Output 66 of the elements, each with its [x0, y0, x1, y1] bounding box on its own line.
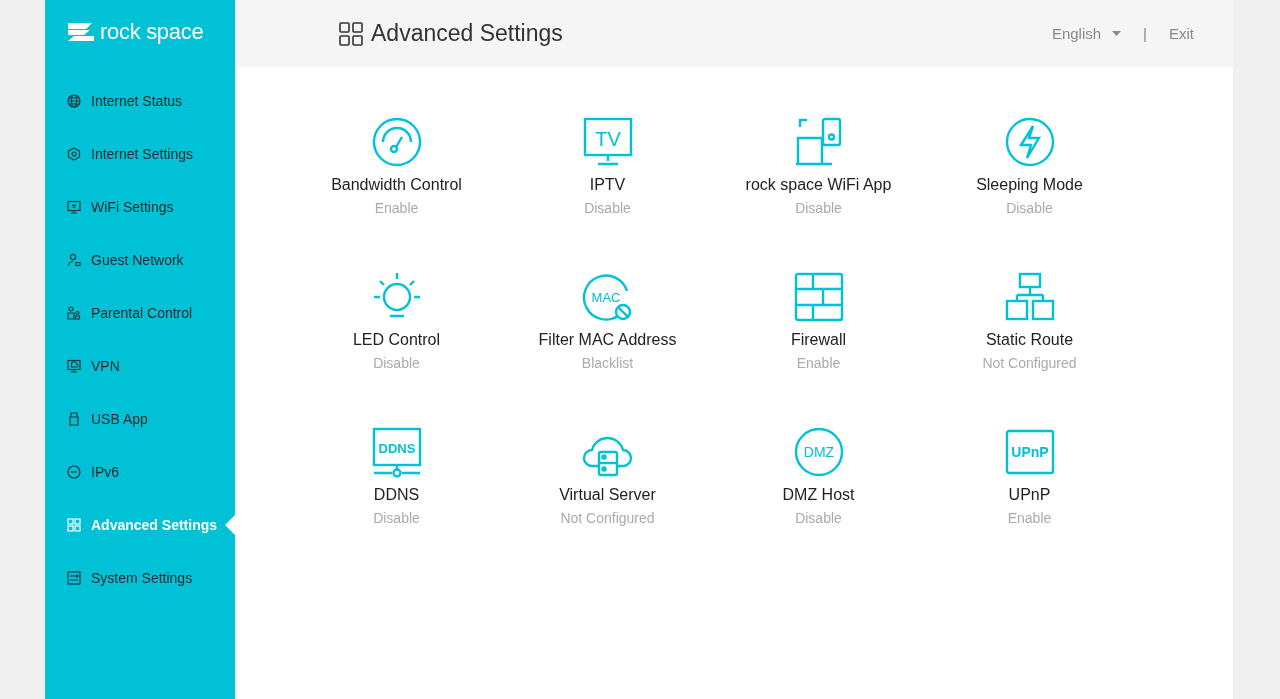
- feature-tile[interactable]: DDNS DDNS Disable: [291, 426, 502, 581]
- page-title: Advanced Settings: [371, 20, 563, 47]
- feature-status: Blacklist: [581, 355, 634, 371]
- sidebar-item[interactable]: System Settings: [45, 551, 235, 604]
- feature-name: IPTV: [589, 176, 626, 194]
- feature-tile[interactable]: Virtual Server Not Configured: [502, 426, 713, 581]
- feature-tile[interactable]: TV IPTV Disable: [502, 116, 713, 271]
- feature-tile[interactable]: UPnP UPnP Enable: [924, 426, 1135, 581]
- feature-name: Sleeping Mode: [976, 176, 1083, 194]
- feature-tile[interactable]: MAC Filter MAC Address Blacklist: [502, 271, 713, 426]
- feature-name: Bandwidth Control: [331, 176, 462, 194]
- feature-status: Not Configured: [982, 355, 1077, 371]
- feature-name: Virtual Server: [559, 486, 656, 504]
- sidebar-item[interactable]: Parental Control: [45, 286, 235, 339]
- panel-icon: [67, 570, 81, 585]
- separator: |: [1143, 25, 1147, 42]
- feature-tile[interactable]: Firewall Enable: [713, 271, 924, 426]
- feature-name: Static Route: [985, 331, 1074, 349]
- feature-status: Not Configured: [560, 510, 655, 526]
- feature-status: Disable: [584, 200, 631, 216]
- hexagon-icon: [67, 146, 81, 161]
- sidebar-item[interactable]: Guest Network: [45, 233, 235, 286]
- bolt-icon: [1003, 116, 1056, 168]
- gauge-icon: [370, 116, 423, 168]
- logo-icon: [66, 22, 96, 42]
- feature-status: Disable: [373, 355, 420, 371]
- feature-tile[interactable]: Sleeping Mode Disable: [924, 116, 1135, 271]
- feature-tile[interactable]: Bandwidth Control Enable: [291, 116, 502, 271]
- wifi-icon: [67, 199, 81, 214]
- circle-icon: DMZ: [792, 426, 845, 478]
- usb-icon: [67, 411, 81, 426]
- feature-status: Disable: [1006, 200, 1053, 216]
- sidebar-item[interactable]: WiFi Settings: [45, 180, 235, 233]
- feature-name: DDNS: [373, 486, 420, 504]
- sidebar-item[interactable]: Internet Status: [45, 74, 235, 127]
- sidebar-item[interactable]: VPN: [45, 339, 235, 392]
- wall-icon: [792, 271, 845, 323]
- tree-icon: [1003, 271, 1056, 323]
- logo-text: rock space: [100, 19, 204, 45]
- globe-icon: [67, 93, 81, 108]
- sidebar-item[interactable]: IPv6: [45, 445, 235, 498]
- feature-tile[interactable]: DMZ DMZ Host Disable: [713, 426, 924, 581]
- feature-name: LED Control: [352, 331, 441, 349]
- feature-tile[interactable]: rock space WiFi App Disable: [713, 116, 924, 271]
- feature-status: Disable: [795, 510, 842, 526]
- feature-status: Disable: [373, 510, 420, 526]
- caret-icon: [1112, 31, 1122, 36]
- feature-name: DMZ Host: [782, 486, 855, 504]
- feature-name: Firewall: [790, 331, 847, 349]
- feature-status: Disable: [795, 200, 842, 216]
- grid-icon: [67, 517, 81, 532]
- person-icon: [67, 252, 81, 267]
- feature-status: Enable: [374, 200, 419, 216]
- badge-icon: [67, 464, 81, 479]
- vpn-icon: [67, 358, 81, 373]
- grid-icon: [339, 21, 363, 46]
- feature-status: Enable: [1007, 510, 1052, 526]
- sidebar-item[interactable]: Internet Settings: [45, 127, 235, 180]
- feature-name: Filter MAC Address: [538, 331, 677, 349]
- sidebar-item[interactable]: USB App: [45, 392, 235, 445]
- feature-name: rock space WiFi App: [745, 176, 892, 194]
- feature-tile[interactable]: Static Route Not Configured: [924, 271, 1135, 426]
- feature-tile[interactable]: LED Control Disable: [291, 271, 502, 426]
- feature-status: Enable: [796, 355, 841, 371]
- feature-name: UPnP: [1008, 486, 1051, 504]
- family-icon: [67, 305, 81, 320]
